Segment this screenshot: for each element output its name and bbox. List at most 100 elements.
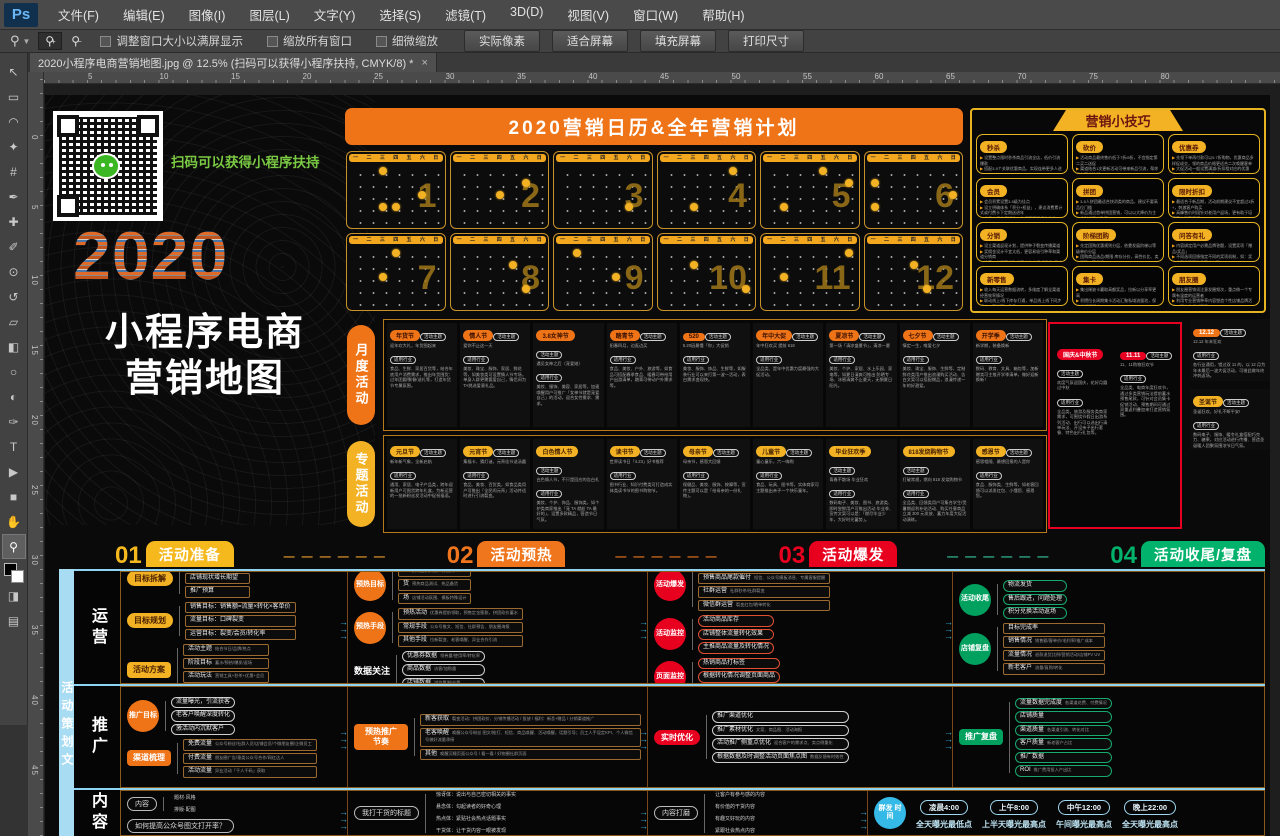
festival-card: 圣诞节活动主题圣诞狂欢，好礼不断平安!适用行业数码电子、服饰、暖冬礼盒搭配巧克力…: [1190, 389, 1270, 451]
checkbox-icon[interactable]: [267, 36, 278, 47]
document-tab[interactable]: 2020小程序电商营销地图.jpg @ 12.5% (扫码可以获得小程序扶持, …: [30, 53, 437, 72]
photoshop-logo[interactable]: Ps: [4, 3, 38, 27]
festival-card: 毕业狂欢季活动主题青春不散场 毕业狂欢适用行业数码电子、美妆、图书、旅游类、即时…: [826, 439, 896, 529]
quick-select-tool[interactable]: ✦: [2, 134, 26, 159]
blur-tool[interactable]: ○: [2, 359, 26, 384]
calendar-month: 一二三四五六日11: [760, 233, 860, 311]
menu-item[interactable]: 选择(S): [367, 1, 433, 28]
zoom-out-button[interactable]: ⚲−: [64, 32, 88, 50]
flow-item-note: 迎合客户的需求点、卖点侧重化: [774, 740, 833, 745]
menu-item[interactable]: 图层(L): [237, 1, 301, 28]
theme-pill: 活动主题: [493, 333, 519, 341]
screen-mode-button[interactable]: ▤: [2, 608, 26, 633]
menu-item[interactable]: 文字(Y): [302, 1, 368, 28]
flow-arrows: →→→: [859, 809, 868, 830]
flow-column: 目标拆解同比2019年活动结果店铺现状增长期望推广预算目标规划销售目标：销售额=…: [121, 572, 348, 683]
zoom-in-button[interactable]: ⚲+: [38, 32, 62, 50]
flow-item: 推广渠道优化: [712, 711, 849, 723]
theme-text: 5.20因最懂「你」大促销: [683, 343, 747, 348]
highlight-date-dot: [923, 285, 931, 293]
festival-card: 元旦节活动主题新年新气象，全新启航适用行业通用、家居、电子产品类，跨年迎新用户可…: [387, 439, 457, 529]
healing-brush-tool[interactable]: ✚: [2, 209, 26, 234]
flow-row-label: 推广: [74, 686, 120, 788]
festival-section: 月度活动年货节活动主题迎年欢大礼，年货囤起来适用行业食品、生鲜、家居百货等，结合…: [345, 319, 1270, 535]
flow-item: 商品数据访客/加购量: [402, 664, 485, 676]
calendar-month-number: 3: [625, 164, 644, 228]
ruler-mark: 15: [231, 72, 240, 81]
menu-item[interactable]: 文件(F): [46, 1, 111, 28]
tip-label: 集卡: [1076, 273, 1103, 285]
quick-mask-button[interactable]: ◨: [2, 583, 26, 608]
industry-text: 保健品、美妆、服饰、按摩等，宣传主题可以是「给母亲的一份礼物」。: [683, 482, 747, 498]
flow-item-note: 短信、公众号模板消息、专属客服提醒: [754, 575, 825, 580]
festival-card: 818发烧购物节活动主题打破常规，燃向 818 发烧购物节适用行业全品类、回馈类…: [900, 439, 970, 529]
flow-column: 预热推广 节奏新客获取裂变活动：拼团砍价、分销传播活动 / 投放 / 福利：新품…: [348, 687, 648, 787]
move-tool[interactable]: ↖: [2, 59, 26, 84]
options-button[interactable]: 实际像素: [464, 30, 540, 52]
industry-pill: 适用行业: [756, 472, 782, 480]
theme-text: 白色情人节，不只是回应的告白礼: [536, 477, 600, 482]
ruler-mark: 55: [803, 72, 812, 81]
flow-item: 新老客户流量/复购/转化: [1003, 663, 1105, 675]
flow-item-note: 营销工具+秒杀+优惠+会员: [215, 673, 264, 678]
history-brush-tool[interactable]: ↺: [2, 284, 26, 309]
option-checkbox[interactable]: 细微缩放: [376, 33, 438, 49]
flow-item: 客户质量新老客户占比: [1015, 738, 1112, 750]
checkbox-icon[interactable]: [100, 36, 111, 47]
calendar-weekday-row: 一二三四五六日: [867, 236, 961, 244]
menu-item[interactable]: 窗口(W): [621, 1, 690, 28]
options-button[interactable]: 适合屏幕: [552, 30, 628, 52]
flow-item-note: 各渠道花费、付费情况: [1065, 700, 1107, 705]
flow-item-note: 店铺活动氛围、模板特殊设计: [412, 595, 466, 600]
checkbox-icon[interactable]: [376, 36, 387, 47]
eraser-tool[interactable]: ▱: [2, 309, 26, 334]
flow-item: 新客获取裂变活动：拼团砍价、分销传播活动 / 投放 / 福利：新품+赠品 / 分…: [420, 714, 641, 726]
theme-pill: 活动主题: [786, 449, 812, 457]
highlight-date-dot: [871, 203, 879, 211]
menu-item[interactable]: 3D(D): [498, 1, 555, 28]
menu-item[interactable]: 帮助(H): [690, 1, 756, 28]
lasso-tool[interactable]: ◠: [2, 109, 26, 134]
highlight-date-dot: [392, 203, 400, 211]
dodge-tool[interactable]: ◐: [2, 384, 26, 409]
tip-card: 砍价▶活动商品最终售价低于7折/8折，不宜指定第二买二送促▶渠道结合1次更新活动…: [1072, 134, 1164, 174]
theme-text: 打破常规，燃向 818 发烧购物节: [903, 477, 967, 482]
menu-item[interactable]: 视图(V): [555, 1, 621, 28]
close-icon[interactable]: ×: [421, 57, 427, 69]
flow-item: 常规手段公众号推文、短信、社群预告、朋友圈海报: [398, 622, 523, 634]
theme-text: 青春不散场 毕业狂欢: [829, 477, 893, 482]
brush-tool[interactable]: ✐: [2, 234, 26, 259]
menu-item[interactable]: 图像(I): [177, 1, 238, 28]
option-checkbox[interactable]: 缩放所有窗口: [267, 33, 352, 49]
highlight-date-dot: [742, 285, 750, 293]
color-swatches[interactable]: [4, 563, 24, 583]
type-tool[interactable]: T: [2, 434, 26, 459]
menu-item[interactable]: 编辑(E): [111, 1, 177, 28]
flow-row-label: 内容: [74, 790, 120, 836]
pen-tool[interactable]: ✑: [2, 409, 26, 434]
send-time: 凌晨4:00: [920, 800, 968, 815]
hand-tool[interactable]: ✋: [2, 509, 26, 534]
option-checkbox[interactable]: 调整窗口大小以满屏显示: [100, 33, 243, 49]
zoom-tool[interactable]: ⚲: [2, 534, 26, 559]
shape-tool[interactable]: ■: [2, 484, 26, 509]
options-button[interactable]: 打印尺寸: [728, 30, 804, 52]
industry-text: 食品、生鲜、家居百货等，结合年底用户消费需求，推出年货囤货：过年团圆/聚餐/送礼…: [390, 366, 454, 388]
canvas-area[interactable]: 扫码可以获得小程序扶持 2020 小程序电商 营销地图 2020营销日历&全年营…: [44, 84, 1280, 836]
gradient-tool[interactable]: ◧: [2, 334, 26, 359]
background-color[interactable]: [11, 570, 24, 583]
highlight-date-dot: [612, 273, 620, 281]
path-select-tool[interactable]: ▶: [2, 459, 26, 484]
highlight-date-dot: [910, 261, 918, 269]
crop-tool[interactable]: #: [2, 159, 26, 184]
clone-stamp-tool[interactable]: ⊙: [2, 259, 26, 284]
send-time-caption: 全天曝光最高点: [1122, 819, 1178, 830]
marquee-tool[interactable]: ▭: [2, 84, 26, 109]
flow-section: 活动策划文 运营目标拆解同比2019年活动结果店铺现状增长期望推广预算目标规划销…: [59, 569, 1265, 836]
flow-item: 流量曝光，引流获客: [171, 697, 235, 709]
zoom-tool-preset[interactable]: ⚲▼: [10, 33, 30, 49]
options-button[interactable]: 填充屏幕: [640, 30, 716, 52]
flow-item: 推广数据: [1015, 752, 1112, 764]
eyedropper-tool[interactable]: ✒: [2, 184, 26, 209]
menu-item[interactable]: 滤镜(T): [433, 1, 498, 28]
